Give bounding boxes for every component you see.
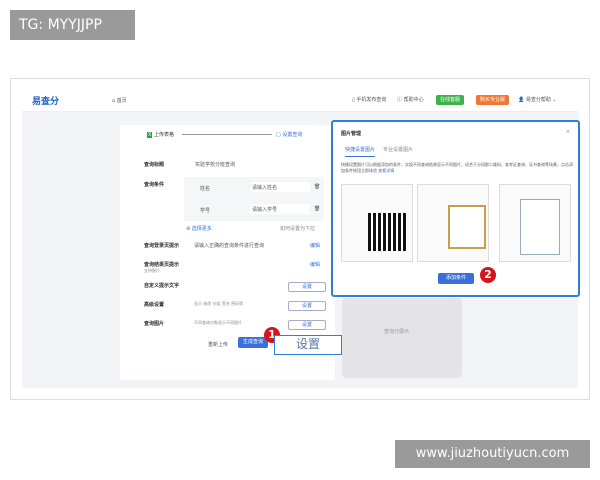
cond-name-2: 学号 [200,208,211,214]
tab-pro[interactable]: 专业设置图片 [383,146,413,153]
online-service-button[interactable]: 在线客服 [436,95,465,105]
cond-input-2[interactable]: 请输入学号 [250,204,310,214]
step-badge-2: 2 [480,267,496,283]
nav-help[interactable]: ⓘ 帮助中心 [397,95,424,105]
dropdown-hint[interactable]: 如何设置为下拉 [280,225,315,232]
sample-qr-card [341,184,413,262]
generate-button[interactable]: 生成查询 [238,337,268,348]
reupload-button[interactable]: 重新上传 [208,341,228,348]
condition-label: 查询条件 [144,182,165,188]
add-condition-button[interactable]: 添加条件 [438,273,474,284]
phone-preview: 查询分展示 [342,298,462,378]
home-label: 首页 [116,98,127,104]
watermark-top: TG: MYYJJPP [10,10,135,40]
sample-certificate-card [417,184,489,262]
sample-id-card [499,184,571,262]
set-callout: 设置 [274,335,342,355]
step1-label: 上传表格 [154,132,175,138]
advanced-set-button[interactable]: 设置 [288,301,326,311]
title-input[interactable]: 实验学校分班查询 [195,161,235,168]
result-tip-label: 查询结果页提示 [144,262,180,268]
certificate-icon [448,205,486,249]
edit-button[interactable]: 编辑 [310,242,320,249]
step-upload[interactable]: X 上传表格 [147,131,174,138]
desc-text: 快捷设置图片可以根据添加的条件，实现不同查询结果显示不同图片，适合于分班群二维码… [341,162,573,173]
advanced-label: 高级设置 [144,302,165,308]
close-icon[interactable]: × [566,129,570,135]
help-label: 帮助中心 [403,97,424,103]
image-value: 不同查询对象显示不同图片 [194,320,242,325]
details-link[interactable]: 查看详情 [378,168,394,173]
nav-mobile[interactable]: ▯ 手机发布查询 [352,95,386,105]
image-management-modal: 图片管理 × 快捷设置图片 专业设置图片 快捷设置图片可以根据添加的条件，实现不… [331,120,580,297]
qr-code-icon [368,213,406,251]
logo[interactable]: 易查分 [32,94,59,107]
nav-home[interactable]: ⌂ 首页 [112,97,127,104]
custom-set-button[interactable]: 设置 [288,282,326,292]
condition-box: 姓名 请输入姓名 🗑 学号 请输入学号 🗑 [184,177,324,221]
mobile-label: 手机发布查询 [356,97,387,103]
preview-caption: 查询分展示 [384,329,410,335]
title-label: 查询标题 [144,162,165,168]
watermark-bottom: www.jiuzhoutiyucn.com [395,440,590,468]
select-more-link[interactable]: ⊕ 选择更多 [186,225,212,232]
step2-label: 设置查询 [282,132,303,138]
cond-name-1: 姓名 [200,186,211,192]
advanced-value: 显示 修改 分组 签名 密码等 [194,301,244,306]
custom-text-label: 自定义提示文字 [144,283,180,289]
buy-pro-button[interactable]: 购买专业版 [476,95,510,105]
user-menu[interactable]: 👤 易查分帮助 ⌄ [518,95,557,105]
trash-icon[interactable]: 🗑 [314,206,320,212]
modal-description: 快捷设置图片可以根据添加的条件，实现不同查询结果显示不同图片，适合于分班群二维码… [341,162,573,174]
excel-icon: X [147,132,153,138]
image-label: 查询图片 [144,321,165,327]
login-tip-label: 查询登录页提示 [144,243,180,249]
image-set-button[interactable]: 设置 [288,320,326,330]
step-divider [182,134,272,135]
trash-icon[interactable]: 🗑 [314,184,320,190]
more-label: 选择更多 [191,226,212,232]
cond-input-1[interactable]: 请输入姓名 [250,182,310,192]
tab-quick[interactable]: 快捷设置图片 [345,146,376,157]
result-tip-sub: 支持图片 [144,268,160,273]
user-label: 易查分帮助 [525,97,551,103]
login-tip-value: 请输入正确的查询条件进行查询 [194,243,265,249]
top-header: 易查分 ⌂ 首页 ▯ 手机发布查询 ⓘ 帮助中心 在线客服 购买专业版 👤 易查… [22,88,578,112]
id-card-icon [520,199,560,255]
edit-button[interactable]: 编辑 [310,261,320,268]
modal-title: 图片管理 [341,131,362,137]
step-settings[interactable]: ▢ 设置查询 [276,131,302,138]
